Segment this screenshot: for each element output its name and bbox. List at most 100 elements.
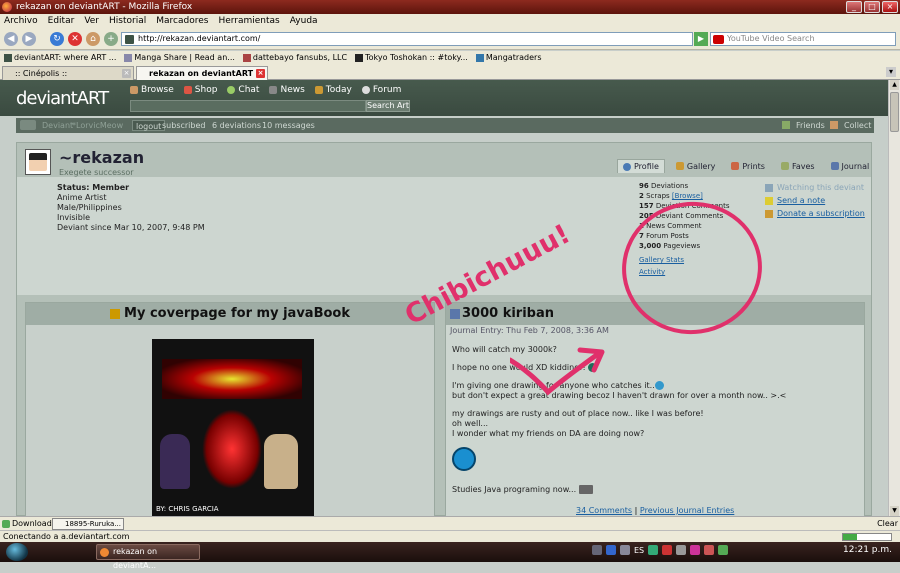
nav-forum[interactable]: Forum	[361, 85, 401, 95]
back-icon[interactable]: ◀	[4, 32, 18, 46]
menu-marcadores[interactable]: Marcadores	[156, 14, 208, 28]
download-item[interactable]: 18895-Ruruka...	[52, 518, 124, 530]
url-bar[interactable]: http://rekazan.deviantart.com/	[121, 32, 693, 46]
downloads-button[interactable]: Downloads	[2, 517, 56, 530]
minimize-button[interactable]: _	[846, 1, 862, 13]
emoticon-icon	[654, 381, 664, 390]
da-search-input[interactable]	[130, 100, 366, 112]
taskbar-window-button[interactable]: rekazan on deviantA...	[96, 544, 200, 570]
deviantart-logo[interactable]: deviantART	[16, 88, 109, 109]
menu-historial[interactable]: Historial	[109, 14, 146, 28]
tab-rekazan[interactable]: rekazan on deviantART ×	[136, 66, 268, 80]
home-icon[interactable]: ⌂	[86, 32, 100, 46]
nav-browse[interactable]: Browse	[130, 85, 174, 95]
avatar[interactable]	[25, 149, 51, 175]
journal-box: 3000 kiriban Journal Entry: Thu Feb 7, 2…	[445, 302, 865, 516]
da-user-bar: Deviant *LorvicMeow logout subscribed 6 …	[16, 118, 874, 133]
messages-link[interactable]: 10 messages	[262, 118, 315, 133]
journal-line: I wonder what my friends on DA are doing…	[452, 429, 645, 438]
go-button[interactable]: ▶	[694, 32, 708, 46]
clear-downloads-button[interactable]: Clear	[877, 517, 898, 530]
comments-link[interactable]: 34 Comments	[576, 506, 632, 515]
media-icon[interactable]	[620, 545, 630, 555]
tray-icon[interactable]	[718, 545, 729, 555]
menu-ver[interactable]: Ver	[84, 14, 99, 28]
bookmark-page-icon[interactable]: +	[104, 32, 118, 46]
deviant-label: Deviant	[42, 121, 74, 130]
bookmark-item[interactable]: Mangatraders	[475, 51, 541, 65]
update-icon[interactable]	[704, 545, 715, 555]
load-progress-bar	[842, 533, 892, 541]
watching-link[interactable]: Watching this deviant	[777, 183, 864, 192]
page-content: deviantART Browse Shop Chat News Today F…	[0, 80, 888, 516]
scroll-up-icon[interactable]: ▲	[890, 80, 899, 90]
browse-scraps-link[interactable]: [Browse]	[672, 192, 703, 200]
tab-journal[interactable]: Journal	[826, 159, 875, 173]
journal-line: oh well...	[452, 419, 489, 428]
logged-username[interactable]: *LorvicMeow	[72, 118, 123, 133]
prints-icon	[731, 162, 740, 170]
volume-icon[interactable]	[676, 545, 687, 555]
menu-ayuda[interactable]: Ayuda	[290, 14, 318, 28]
menu-archivo[interactable]: Archivo	[4, 14, 38, 28]
stop-icon[interactable]: ✕	[68, 32, 82, 46]
profile-tagline: Exegete successor	[59, 168, 134, 177]
tab-profile[interactable]: Profile	[617, 159, 665, 173]
media-icon[interactable]	[592, 545, 602, 555]
vertical-scrollbar[interactable]: ▲ ▼	[888, 80, 900, 516]
bookmark-item[interactable]: Tokyo Toshokan :: #toky...	[355, 51, 468, 65]
bookmark-icon	[4, 54, 12, 62]
subscribed-link[interactable]: subscribed	[162, 118, 205, 133]
search-placeholder: YouTube Video Search	[727, 34, 815, 43]
featured-title: My coverpage for my javaBook	[124, 306, 350, 321]
menu-herramientas[interactable]: Herramientas	[218, 14, 279, 28]
reload-icon[interactable]: ↻	[50, 32, 64, 46]
menu-editar[interactable]: Editar	[48, 14, 75, 28]
start-button[interactable]	[6, 543, 28, 561]
site-favicon	[125, 35, 134, 44]
previous-entries-link[interactable]: Previous Journal Entries	[640, 506, 734, 515]
nav-today[interactable]: Today	[314, 85, 352, 95]
search-input[interactable]: YouTube Video Search	[710, 32, 896, 46]
logout-button[interactable]: logout	[132, 120, 166, 131]
send-note-link[interactable]: Send a note	[777, 196, 825, 205]
chat-icon	[227, 86, 236, 94]
youtube-icon	[713, 35, 724, 44]
tab-list-icon[interactable]: ▾	[886, 67, 896, 77]
close-tab-icon[interactable]: ×	[122, 69, 131, 78]
antivirus-icon[interactable]	[662, 545, 673, 555]
search-art-button[interactable]: Search Art	[366, 100, 410, 112]
player-icon[interactable]	[606, 545, 616, 555]
nav-shop[interactable]: Shop	[183, 85, 217, 95]
nav-news[interactable]: News	[269, 85, 305, 95]
tab-gallery[interactable]: Gallery	[671, 159, 721, 173]
language-indicator[interactable]: ES	[634, 546, 644, 555]
network-icon[interactable]	[648, 545, 659, 555]
nav-chat[interactable]: Chat	[227, 85, 259, 95]
close-tab-icon[interactable]: ×	[256, 69, 265, 78]
scroll-down-icon[interactable]: ▼	[890, 506, 899, 516]
maximize-button[interactable]: □	[864, 1, 880, 13]
tab-prints[interactable]: Prints	[726, 159, 770, 173]
profile-tabs: Profile Gallery Prints Faves Journal	[617, 159, 874, 173]
forward-icon[interactable]: ▶	[22, 32, 36, 46]
user-menu-icon[interactable]	[20, 120, 36, 130]
cover-image[interactable]: BY: CHRIS GARCIA	[152, 339, 314, 516]
friends-link[interactable]: Friends	[796, 118, 825, 133]
close-button[interactable]: ×	[882, 1, 898, 13]
deviations-link[interactable]: 6 deviations	[212, 118, 261, 133]
tab-cinepolis[interactable]: :: Cinépolis :: ×	[2, 66, 134, 80]
detail-line: Deviant since Mar 10, 2007, 9:48 PM	[57, 223, 205, 232]
messenger-icon[interactable]	[690, 545, 701, 555]
scroll-thumb[interactable]	[890, 92, 899, 132]
tab-faves[interactable]: Faves	[776, 159, 820, 173]
download-bar: Downloads 18895-Ruruka... Clear	[0, 516, 900, 530]
cover-credit: BY: CHRIS GARCIA	[156, 505, 219, 513]
da-header: deviantART Browse Shop Chat News Today F…	[0, 80, 888, 116]
bookmark-item[interactable]: dattebayo fansubs, LLC	[242, 51, 347, 65]
donate-link[interactable]: Donate a subscription	[777, 209, 865, 218]
bookmark-item[interactable]: deviantART: where ART ...	[4, 51, 116, 65]
bookmark-item[interactable]: Manga Share | Read an...	[124, 51, 235, 65]
collect-link[interactable]: Collect	[844, 118, 871, 133]
clock: 12:21 p.m.	[843, 545, 892, 555]
